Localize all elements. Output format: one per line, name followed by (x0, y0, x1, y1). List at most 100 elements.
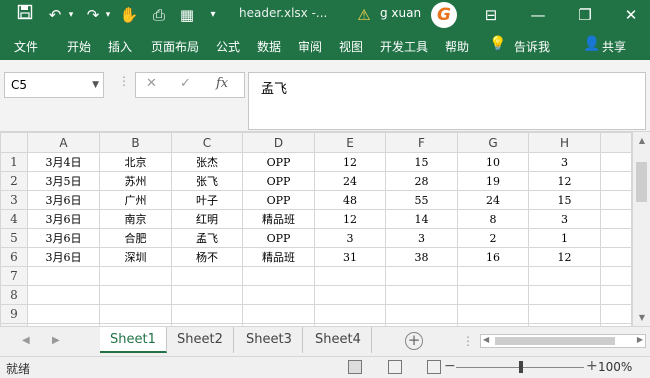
cell-g4[interactable]: 8 (457, 209, 529, 229)
column-header-g[interactable]: G (457, 132, 529, 153)
scroll-down-icon[interactable]: ▼ (636, 312, 648, 324)
chevron-down-icon[interactable]: ▼ (92, 73, 99, 97)
avatar[interactable]: G (431, 2, 457, 28)
cell-a6[interactable]: 3月6日 (27, 247, 100, 267)
cell-b4[interactable]: 南京 (99, 209, 172, 229)
select-all-corner[interactable] (0, 132, 28, 153)
column-header-extra[interactable] (600, 132, 632, 153)
tab-data[interactable]: 数据 (257, 38, 281, 55)
column-header-e[interactable]: E (314, 132, 386, 153)
zoom-slider-knob[interactable] (519, 361, 523, 373)
tab-home[interactable]: 开始 (67, 38, 91, 55)
sheet-tab-3[interactable]: Sheet3 (236, 327, 303, 353)
cell-g6[interactable]: 16 (457, 247, 529, 267)
cell-c2[interactable]: 张飞 (171, 171, 243, 191)
sheet-tab-4[interactable]: Sheet4 (305, 327, 372, 353)
vertical-scroll-thumb[interactable] (636, 162, 647, 202)
lightbulb-icon[interactable]: 💡 (489, 36, 506, 52)
user-icon[interactable]: 👤 (583, 36, 600, 52)
cell-c3[interactable]: 叶子 (171, 190, 243, 210)
cell-b1[interactable]: 北京 (99, 152, 172, 172)
tell-me-label[interactable]: 告诉我 (514, 38, 550, 55)
tab-insert[interactable]: 插入 (108, 38, 132, 55)
cell-h8[interactable] (528, 285, 601, 305)
zoom-in-icon[interactable]: + (586, 358, 598, 374)
cell-c6[interactable]: 杨不 (171, 247, 243, 267)
tab-file[interactable]: 文件 (14, 38, 38, 55)
cell-d1[interactable]: OPP (242, 152, 315, 172)
scroll-left-icon[interactable]: ◀ (483, 335, 489, 344)
sheet-tab-1[interactable]: Sheet1 (100, 327, 167, 353)
cell-e5[interactable]: 3 (314, 228, 386, 248)
name-box[interactable]: C5 ▼ (4, 72, 104, 98)
user-name[interactable]: g xuan (380, 6, 421, 20)
cell-a3[interactable]: 3月6日 (27, 190, 100, 210)
restore-icon[interactable]: ❐ (574, 4, 596, 26)
cell-h7[interactable] (528, 266, 601, 286)
share-button[interactable]: 共享 (602, 38, 626, 55)
cell-a9[interactable] (27, 304, 100, 324)
cell-b9[interactable] (99, 304, 172, 324)
ribbon-display-icon[interactable]: ⊟ (480, 4, 502, 26)
tab-developer[interactable]: 开发工具 (380, 38, 428, 55)
cell-c8[interactable] (171, 285, 243, 305)
zoom-out-icon[interactable]: − (444, 358, 456, 374)
cancel-icon[interactable]: ✕ (146, 76, 157, 91)
cell-extra[interactable] (600, 304, 632, 324)
function-icon[interactable]: fx (216, 76, 228, 91)
row-header[interactable]: 9 (0, 304, 28, 324)
formula-input[interactable]: 孟飞 (248, 72, 646, 130)
cell-b7[interactable] (99, 266, 172, 286)
cell-extra[interactable] (600, 285, 632, 305)
enter-icon[interactable]: ✓ (180, 76, 191, 91)
zoom-level[interactable]: 100% (598, 360, 632, 374)
cell-g1[interactable]: 10 (457, 152, 529, 172)
page-layout-view-icon[interactable] (388, 360, 402, 374)
cell-e8[interactable] (314, 285, 386, 305)
page-break-view-icon[interactable] (427, 360, 441, 374)
cell-a5[interactable]: 3月6日 (27, 228, 100, 248)
cell-h4[interactable]: 3 (528, 209, 601, 229)
worksheet-grid[interactable]: A B C D E F G H 1 3月4日 北京 张杰 OPP 12 15 10 3 2 3月5日… (0, 132, 632, 326)
close-icon[interactable]: ✕ (620, 4, 642, 26)
cell-h9[interactable] (528, 304, 601, 324)
cell-a7[interactable] (27, 266, 100, 286)
next-sheet-icon[interactable]: ▶ (52, 335, 60, 346)
tab-view[interactable]: 视图 (339, 38, 363, 55)
cell-e9[interactable] (314, 304, 386, 324)
column-header-c[interactable]: C (171, 132, 243, 153)
cell-b6[interactable]: 深圳 (99, 247, 172, 267)
cell-e3[interactable]: 48 (314, 190, 386, 210)
redo-icon[interactable]: ↷ (82, 4, 104, 26)
vertical-scrollbar[interactable]: ▲ ▼ (632, 132, 650, 326)
row-header[interactable]: 3 (0, 190, 28, 210)
split-grip-icon[interactable]: ⋮ (462, 334, 474, 348)
cell-f2[interactable]: 28 (385, 171, 458, 191)
undo-dropdown-icon[interactable]: ▾ (66, 4, 76, 26)
cell-c9[interactable] (171, 304, 243, 324)
cell-a2[interactable]: 3月5日 (27, 171, 100, 191)
cell-d9[interactable] (242, 304, 315, 324)
normal-view-icon[interactable] (348, 360, 362, 374)
cell-h6[interactable]: 12 (528, 247, 601, 267)
cell-d2[interactable]: OPP (242, 171, 315, 191)
undo-icon[interactable]: ↶ (44, 4, 66, 26)
form-icon[interactable]: ▦ (176, 4, 198, 26)
redo-dropdown-icon[interactable]: ▾ (103, 4, 113, 26)
cell-g3[interactable]: 24 (457, 190, 529, 210)
cell-d8[interactable] (242, 285, 315, 305)
cell-a4[interactable]: 3月6日 (27, 209, 100, 229)
cell-e6[interactable]: 31 (314, 247, 386, 267)
add-sheet-icon[interactable]: + (405, 332, 423, 350)
cell-a1[interactable]: 3月4日 (27, 152, 100, 172)
cell-f1[interactable]: 15 (385, 152, 458, 172)
tab-review[interactable]: 审阅 (298, 38, 322, 55)
row-header[interactable]: 1 (0, 152, 28, 172)
cell-d3[interactable]: OPP (242, 190, 315, 210)
row-header[interactable]: 8 (0, 285, 28, 305)
cell-f3[interactable]: 55 (385, 190, 458, 210)
cell-b3[interactable]: 广州 (99, 190, 172, 210)
cell-extra[interactable] (600, 190, 632, 210)
row-header[interactable]: 6 (0, 247, 28, 267)
cell-g2[interactable]: 19 (457, 171, 529, 191)
